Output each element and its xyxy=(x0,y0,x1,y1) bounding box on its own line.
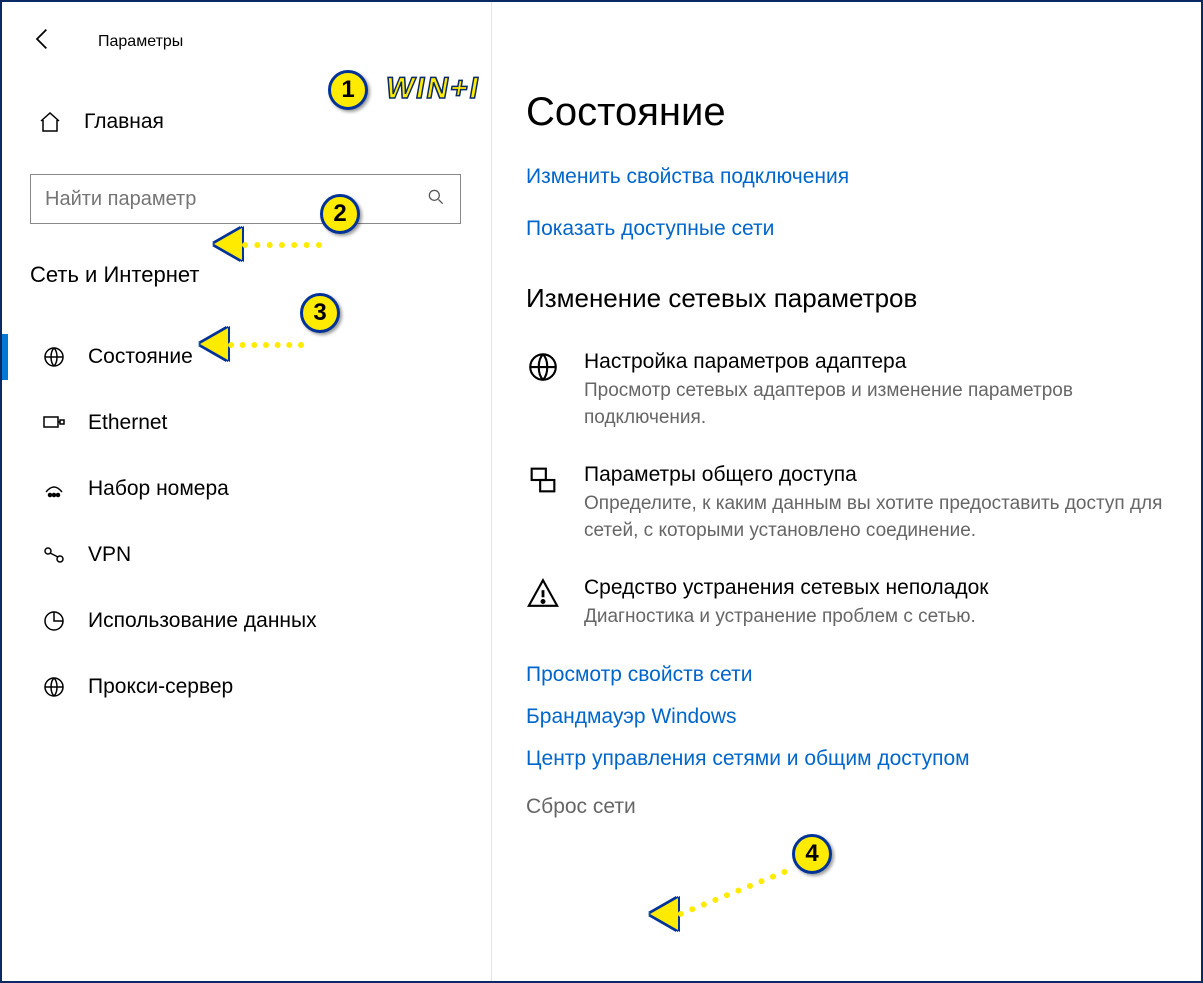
search-input[interactable] xyxy=(45,188,426,211)
option-title: Параметры общего доступа xyxy=(584,463,1165,487)
option-text: Параметры общего доступа Определите, к к… xyxy=(584,463,1165,544)
option-title: Настройка параметров адаптера xyxy=(584,350,1165,374)
annotation-arrow-2 xyxy=(214,228,242,260)
nav-list: Состояние Ethernet Набор номера VPN Испо… xyxy=(30,324,461,720)
sidebar: Параметры Главная Сеть и Интернет Состоя… xyxy=(2,2,492,981)
app-title: Параметры xyxy=(98,33,183,51)
annotation-badge-4: 4 xyxy=(792,834,832,874)
nav-item-proxy[interactable]: Прокси-сервер xyxy=(30,654,461,720)
link-network-sharing-center[interactable]: Центр управления сетями и общим доступом xyxy=(526,747,1165,771)
nav-item-vpn[interactable]: VPN xyxy=(30,522,461,588)
annotation-badge-3: 3 xyxy=(300,293,340,333)
data-usage-icon xyxy=(42,609,66,633)
option-text: Настройка параметров адаптера Просмотр с… xyxy=(584,350,1165,431)
option-adapter-settings[interactable]: Настройка параметров адаптера Просмотр с… xyxy=(526,350,1165,431)
ethernet-icon xyxy=(42,411,66,435)
vpn-icon xyxy=(42,543,66,567)
home-icon xyxy=(38,110,62,134)
warning-icon xyxy=(526,576,562,612)
adapter-icon xyxy=(526,350,562,386)
nav-label: Ethernet xyxy=(88,411,167,435)
nav-item-dialup[interactable]: Набор номера xyxy=(30,456,461,522)
sharing-icon xyxy=(526,463,562,499)
option-troubleshoot[interactable]: Средство устранения сетевых неполадок Ди… xyxy=(526,576,1165,631)
nav-label: VPN xyxy=(88,543,131,567)
nav-item-status[interactable]: Состояние xyxy=(30,324,461,390)
option-title: Средство устранения сетевых неполадок xyxy=(584,576,988,600)
titlebar: Параметры xyxy=(30,20,461,64)
change-settings-heading: Изменение сетевых параметров xyxy=(526,283,1165,314)
option-desc: Определите, к каким данным вы хотите пре… xyxy=(584,491,1165,544)
nav-label: Использование данных xyxy=(88,609,317,633)
option-desc: Диагностика и устранение проблем с сетью… xyxy=(584,604,988,631)
search-box[interactable] xyxy=(30,174,461,224)
home-button[interactable]: Главная xyxy=(38,100,461,144)
nav-label: Набор номера xyxy=(88,477,229,501)
dialup-icon xyxy=(42,477,66,501)
option-desc: Просмотр сетевых адаптеров и изменение п… xyxy=(584,378,1165,431)
page-title: Состояние xyxy=(526,90,1165,135)
nav-item-ethernet[interactable]: Ethernet xyxy=(30,390,461,456)
annotation-arrow-3 xyxy=(200,328,228,360)
annotation-badge-1: 1 xyxy=(328,70,368,110)
option-text: Средство устранения сетевых неполадок Ди… xyxy=(584,576,988,631)
link-network-reset[interactable]: Сброс сети xyxy=(526,795,636,818)
link-windows-firewall[interactable]: Брандмауэр Windows xyxy=(526,705,1165,729)
back-button[interactable] xyxy=(30,25,70,60)
search-icon xyxy=(426,187,446,212)
annotation-arrow-4 xyxy=(650,898,678,930)
section-header: Сеть и Интернет xyxy=(30,262,461,288)
main-content: Состояние Изменить свойства подключения … xyxy=(496,2,1201,981)
globe-icon xyxy=(42,345,66,369)
annotation-hotkey: WIN+I xyxy=(383,72,483,106)
option-sharing-settings[interactable]: Параметры общего доступа Определите, к к… xyxy=(526,463,1165,544)
home-label: Главная xyxy=(84,110,164,134)
link-change-connection-props[interactable]: Изменить свойства подключения xyxy=(526,165,1165,189)
nav-label: Прокси-сервер xyxy=(88,675,233,699)
nav-item-data-usage[interactable]: Использование данных xyxy=(30,588,461,654)
proxy-icon xyxy=(42,675,66,699)
link-show-available-networks[interactable]: Показать доступные сети xyxy=(526,217,1165,241)
link-network-properties[interactable]: Просмотр свойств сети xyxy=(526,663,1165,687)
annotation-badge-2: 2 xyxy=(320,194,360,234)
nav-label: Состояние xyxy=(88,345,193,369)
